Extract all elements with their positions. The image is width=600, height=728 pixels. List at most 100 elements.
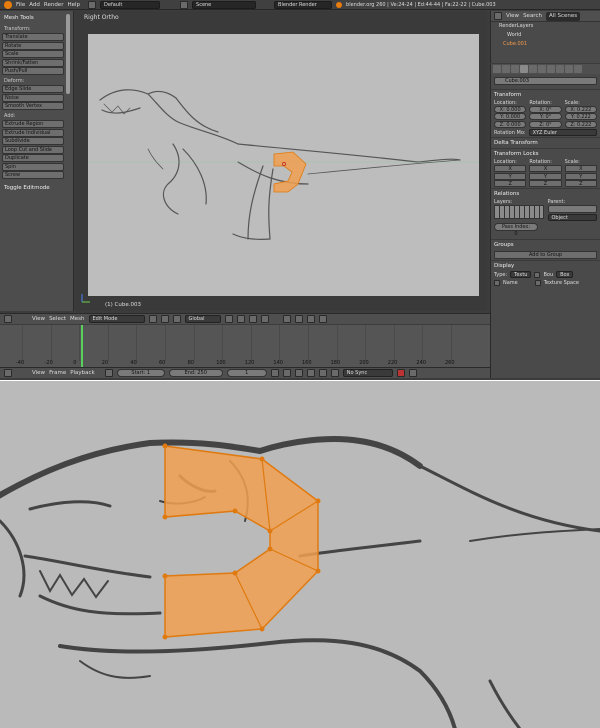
render-tab-icon[interactable] — [493, 65, 501, 73]
add-to-group-button[interactable]: Add to Group — [494, 250, 597, 259]
menu-frame[interactable]: Frame — [49, 370, 66, 376]
texture-space-checkbox[interactable] — [534, 280, 541, 286]
menu-add[interactable]: Add — [29, 2, 40, 8]
lock-scale-y[interactable]: Y — [564, 172, 597, 180]
prev-key-icon[interactable] — [282, 369, 291, 377]
object-tab-icon[interactable] — [520, 65, 528, 73]
lock-location-x[interactable]: X — [494, 165, 527, 172]
rotation-z-field[interactable]: Z: 0° — [529, 120, 562, 128]
menu-view[interactable]: View — [32, 316, 45, 322]
current-frame-field[interactable]: 1 — [226, 369, 267, 377]
location-z-field[interactable]: Z: 0.000 — [494, 120, 527, 128]
start-frame-field[interactable]: Start: 1 — [116, 369, 165, 377]
edge-select-icon[interactable] — [236, 315, 245, 323]
particles-tab-icon[interactable] — [574, 65, 582, 73]
lock-scale-x[interactable]: X — [564, 165, 597, 172]
scene-icon[interactable] — [180, 0, 189, 9]
modifiers-tab-icon[interactable] — [538, 65, 546, 73]
tool-shelf-scrollbar[interactable] — [66, 14, 70, 94]
reference-image-plane[interactable] — [88, 34, 479, 296]
shrink-fatten-button[interactable]: Shrink/Fatten — [2, 58, 64, 67]
delta-transform-panel[interactable]: Delta Transform — [491, 137, 600, 148]
rotation-mode-selector[interactable]: XYZ Euler — [528, 129, 597, 136]
toggle-editmode-panel[interactable]: Toggle Editmode — [2, 183, 71, 193]
menu-file[interactable]: File — [16, 2, 25, 8]
render-preview-icon[interactable] — [318, 315, 327, 323]
jump-start-icon[interactable] — [270, 369, 279, 377]
object-name-field[interactable]: Cube.003 — [494, 77, 597, 85]
bounds-type-selector[interactable]: Box — [556, 271, 574, 278]
constraints-tab-icon[interactable] — [529, 65, 537, 73]
timeline[interactable]: -40 -20 0 20 40 60 80 100 120 140 160 180 200 220 240 2… — [0, 325, 490, 367]
lock-rotation-y[interactable]: Y — [529, 172, 562, 180]
pass-index-field[interactable]: Pass Index: 0 — [494, 222, 538, 237]
range-icon[interactable] — [104, 369, 113, 377]
parent-field[interactable] — [547, 204, 597, 213]
layer-grid[interactable] — [494, 204, 544, 219]
scale-z-field[interactable]: Z: 0.222 — [564, 120, 597, 128]
keying-set-icon[interactable] — [408, 369, 417, 377]
menu-help[interactable]: Help — [67, 2, 80, 8]
lock-scale-z[interactable]: Z — [564, 180, 597, 187]
lock-location-y[interactable]: Y — [494, 172, 527, 180]
scene-selector[interactable]: Scene — [192, 0, 257, 9]
jump-end-icon[interactable] — [330, 369, 339, 377]
blender-logo-icon[interactable] — [4, 0, 12, 9]
vertex-select-icon[interactable] — [224, 315, 233, 323]
location-x-field[interactable]: X: 0.000 — [494, 105, 527, 113]
face-select-icon[interactable] — [248, 315, 257, 323]
transform-panel-title[interactable]: Transform — [491, 88, 600, 100]
orientation-selector[interactable]: Global — [184, 315, 221, 323]
subdivide-button[interactable]: Subdivide — [2, 137, 64, 145]
manipulator-icon[interactable] — [172, 315, 181, 323]
groups-panel[interactable]: Groups — [491, 238, 600, 250]
outliner-search-menu[interactable]: Search — [523, 13, 542, 19]
layout-selector[interactable]: Default — [100, 0, 161, 9]
location-y-field[interactable]: Y: 0.000 — [494, 113, 527, 120]
extrude-individual-button[interactable]: Extrude Individual — [2, 128, 64, 137]
texture-tab-icon[interactable] — [565, 65, 573, 73]
name-checkbox[interactable] — [494, 280, 500, 286]
snap-icon[interactable] — [294, 315, 303, 323]
outliner-item-world[interactable]: World — [491, 31, 600, 40]
end-frame-field[interactable]: End: 250 — [168, 369, 223, 377]
timeline-editor-icon[interactable] — [4, 369, 12, 377]
world-tab-icon[interactable] — [511, 65, 519, 73]
lock-rotation-x[interactable]: X — [529, 165, 562, 172]
menu-playback[interactable]: Playback — [70, 370, 95, 376]
menu-timeline-view[interactable]: View — [32, 370, 45, 376]
shading-icon[interactable] — [148, 315, 157, 323]
duplicate-button[interactable]: Duplicate — [2, 154, 64, 162]
selected-mesh[interactable] — [273, 151, 307, 193]
noise-button[interactable]: Noise — [2, 93, 64, 102]
lock-location-z[interactable]: Z — [494, 180, 527, 187]
mode-selector[interactable]: Edit Mode — [88, 315, 145, 323]
menu-mesh[interactable]: Mesh — [70, 316, 84, 322]
parent-type-selector[interactable]: Object — [547, 213, 597, 221]
extrude-region-button[interactable]: Extrude Region — [2, 120, 64, 128]
relations-panel[interactable]: Relations — [491, 187, 600, 199]
edge-slide-button[interactable]: Edge Slide — [2, 85, 64, 93]
menu-select[interactable]: Select — [49, 316, 66, 322]
current-frame-cursor[interactable] — [81, 325, 83, 367]
scale-button[interactable]: Scale — [2, 50, 64, 58]
spin-button[interactable]: Spin — [2, 162, 64, 171]
proportional-edit-icon[interactable] — [282, 315, 291, 323]
play-reverse-icon[interactable] — [294, 369, 303, 377]
smooth-vertex-button[interactable]: Smooth Vertex — [2, 102, 64, 110]
lock-rotation-z[interactable]: Z — [529, 180, 562, 187]
screw-button[interactable]: Screw — [2, 171, 64, 179]
editor-type-icon[interactable] — [4, 315, 12, 323]
display-panel[interactable]: Display — [491, 260, 600, 271]
display-type-selector[interactable]: Textu — [510, 271, 532, 278]
screen-layout-icon[interactable] — [88, 0, 97, 9]
snap-target-icon[interactable] — [306, 315, 315, 323]
outliner-filter[interactable]: All Scenes — [545, 11, 581, 21]
record-icon[interactable] — [396, 369, 405, 377]
rotate-button[interactable]: Rotate — [2, 41, 64, 50]
menu-render[interactable]: Render — [44, 2, 64, 8]
material-tab-icon[interactable] — [556, 65, 564, 73]
translate-button[interactable]: Translate — [2, 33, 64, 41]
render-engine-selector[interactable]: Blender Render — [274, 0, 333, 9]
data-tab-icon[interactable] — [547, 65, 555, 73]
